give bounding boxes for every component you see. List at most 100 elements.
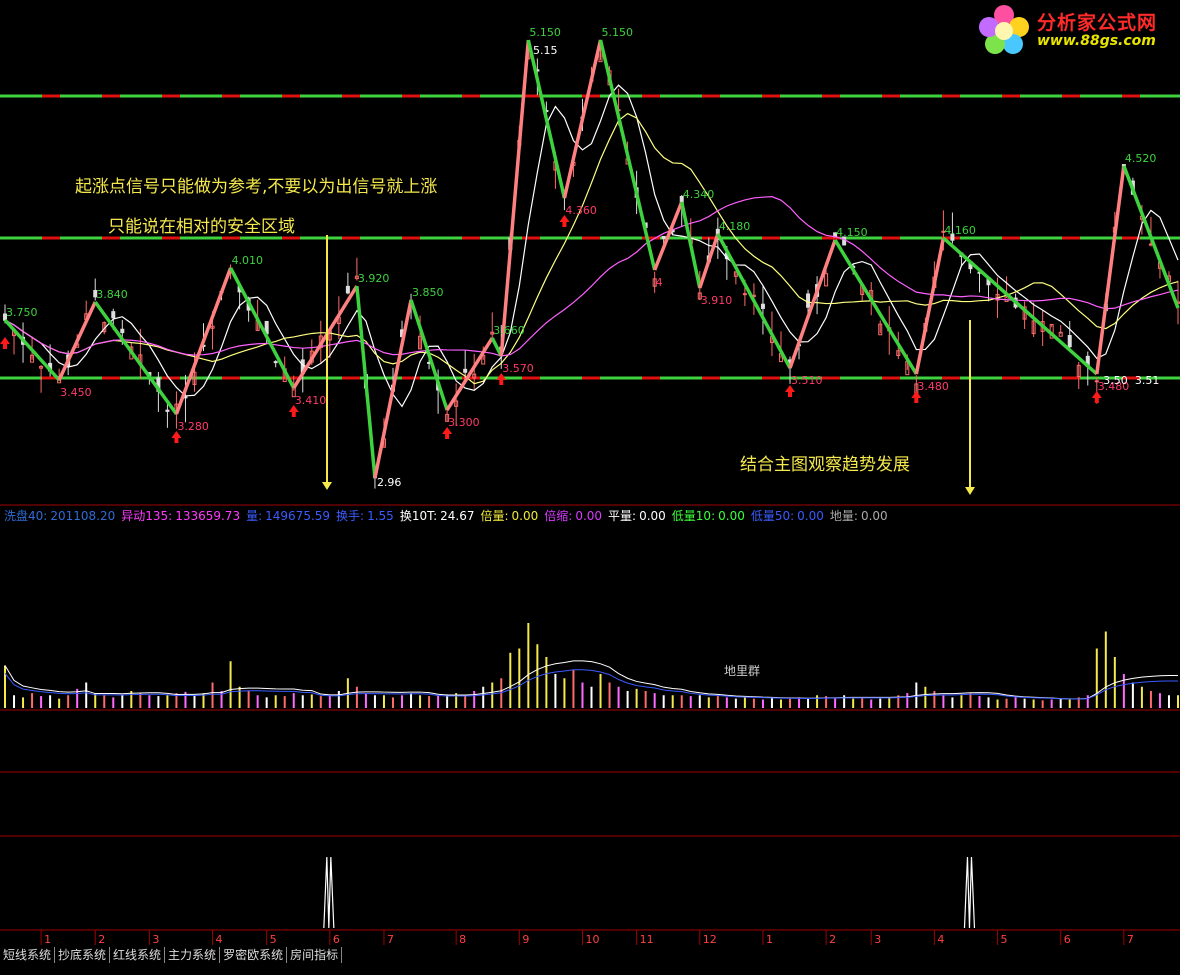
price-label: 3.50 xyxy=(1103,374,1128,387)
tab-4[interactable]: 罗密欧系统 xyxy=(220,947,288,963)
tab-1[interactable]: 抄底系统 xyxy=(55,947,111,963)
annotation-safe-zone: 只能说在相对的安全区域 xyxy=(108,217,295,237)
price-label: 4.180 xyxy=(719,220,751,233)
time-tick-label: 7 xyxy=(387,933,394,946)
readout-label: 异动135: xyxy=(121,509,173,523)
readout-label: 地量: xyxy=(829,509,858,523)
annotation-arrow-head-icon xyxy=(322,482,332,490)
zigzag-segment xyxy=(229,267,296,389)
time-tick-label: 4 xyxy=(216,933,223,946)
price-label: 4.360 xyxy=(565,204,597,217)
price-label: 5.150 xyxy=(529,26,561,39)
zigzag-segment xyxy=(680,201,702,289)
zigzag-segment xyxy=(93,300,178,416)
readout-item: 洗盘40: 201108.20 xyxy=(4,509,115,523)
time-tick-label: 6 xyxy=(1064,933,1071,946)
readout-label: 低量50: xyxy=(750,509,795,523)
readout-value: 0.00 xyxy=(797,509,824,523)
tab-5[interactable]: 房间指标 xyxy=(287,947,343,963)
logo-url: www.88gs.com xyxy=(1037,33,1156,49)
price-label: 5.15 xyxy=(533,44,558,57)
price-label: 3.51 xyxy=(1135,374,1160,387)
candle-body xyxy=(806,293,811,308)
readout-label: 换10T: xyxy=(399,509,438,523)
readout-label: 换手: xyxy=(336,509,365,523)
readout-label: 倍缩: xyxy=(544,509,573,523)
buy-arrow-icon xyxy=(0,337,10,349)
time-tick-label: 10 xyxy=(585,933,599,946)
price-label: 4.340 xyxy=(683,188,715,201)
readout-value: 0.00 xyxy=(860,509,888,523)
zigzag-segment xyxy=(57,301,97,381)
price-label: 3.450 xyxy=(60,386,91,399)
candle-body xyxy=(345,285,350,294)
time-tick-label: 8 xyxy=(459,933,466,946)
tab-3[interactable]: 主力系统 xyxy=(165,947,221,963)
tab-0[interactable]: 短线系统 xyxy=(0,947,56,963)
price-label: 3.280 xyxy=(177,420,209,433)
readout-item: 异动135: 133659.73 xyxy=(121,509,240,523)
readout-value: 0.00 xyxy=(511,509,539,523)
price-label: 3.850 xyxy=(412,286,444,299)
zigzag-segment xyxy=(174,267,233,415)
site-logo: 分析家公式网 www.88gs.com xyxy=(975,2,1175,56)
readout-label: 洗盘40: xyxy=(4,509,48,523)
flower-logo-icon xyxy=(979,5,1029,54)
readout-item: 平量: 0.00 xyxy=(608,509,666,523)
time-tick-label: 5 xyxy=(270,933,277,946)
readout-item: 低量50: 0.00 xyxy=(751,509,824,523)
candle-body xyxy=(824,273,829,287)
stock-chart: 3.750 3.450 3.840 3.280 4.010 3.410 3.920 2.96 3… xyxy=(0,26,1180,946)
time-tick-label: 5 xyxy=(1001,933,1008,946)
time-tick-label: 3 xyxy=(152,933,159,946)
zigzag-segment xyxy=(373,299,413,479)
candle-body xyxy=(120,328,125,334)
candle-body xyxy=(760,303,765,309)
time-tick-label: 9 xyxy=(522,933,529,946)
moving-average-line xyxy=(4,84,1179,408)
volume-label: 地里群 xyxy=(724,664,760,678)
readout-item: 倍量: 0.00 xyxy=(481,509,539,523)
price-label: 5.150 xyxy=(602,26,634,39)
time-tick-label: 7 xyxy=(1127,933,1134,946)
price-label: 4.160 xyxy=(944,224,976,237)
price-label: 3.840 xyxy=(96,288,128,301)
readout-value: 0.00 xyxy=(718,509,745,523)
readout-item: 倍缩: 0.00 xyxy=(544,509,602,523)
price-label: 3.410 xyxy=(295,394,327,407)
price-label: 3.910 xyxy=(701,294,733,307)
time-tick-label: 2 xyxy=(98,933,105,946)
time-tick-label: 3 xyxy=(874,933,881,946)
readout-label: 低量10: xyxy=(671,509,716,523)
readout-item: 量: 149675.59 xyxy=(246,509,330,523)
readout-value: 133659.73 xyxy=(175,509,241,523)
annotation-arrow-head-icon xyxy=(965,487,975,495)
signal-spike xyxy=(323,856,335,929)
price-label: 2.96 xyxy=(377,476,402,489)
price-label: 3.660 xyxy=(493,324,525,337)
readout-label: 平量: xyxy=(608,509,637,523)
readout-value: 24.67 xyxy=(440,509,475,523)
price-label: 3.510 xyxy=(791,374,823,387)
readout-item: 地量: 0.00 xyxy=(830,509,888,523)
indicator-tabs: 短线系统 抄底系统 红线系统 主力系统 罗密欧系统 房间指标 xyxy=(0,947,343,963)
readout-item: 换10T: 24.67 xyxy=(400,509,475,523)
readout-item: 低量10: 0.00 xyxy=(672,509,745,523)
price-label: 3.480 xyxy=(917,380,949,393)
readout-label: 倍量: xyxy=(480,509,509,523)
price-label: 4 xyxy=(656,276,663,289)
time-tick-label: 1 xyxy=(44,933,51,946)
candle-body xyxy=(742,293,747,296)
candle-body xyxy=(165,409,170,412)
readout-value: 149675.59 xyxy=(265,509,331,523)
candle-body xyxy=(463,368,468,373)
zigzag-segment xyxy=(3,318,61,382)
readout-value: 1.55 xyxy=(367,509,394,523)
zigzag-segment xyxy=(445,337,494,411)
time-tick-label: 2 xyxy=(829,933,836,946)
price-label: 4.150 xyxy=(836,226,868,239)
annotation-trend: 结合主图观察趋势发展 xyxy=(740,455,910,475)
readout-value: 201108.20 xyxy=(50,509,116,523)
tab-2[interactable]: 红线系统 xyxy=(110,947,166,963)
time-tick-label: 12 xyxy=(703,933,717,946)
